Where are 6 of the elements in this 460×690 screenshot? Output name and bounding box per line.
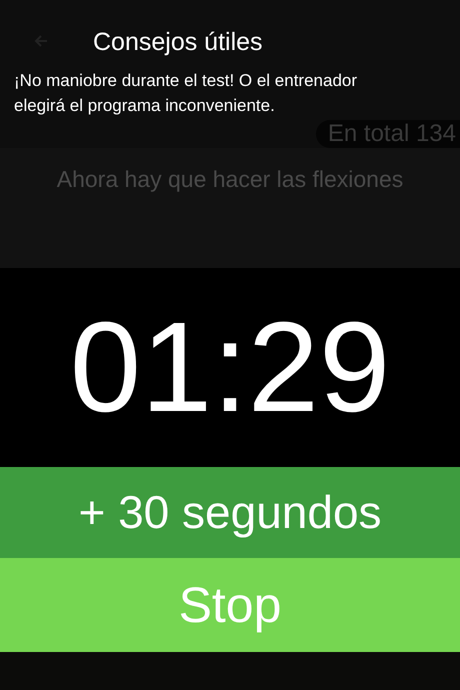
stop-button[interactable]: Stop xyxy=(0,558,460,652)
tip-message: ¡No maniobre durante el test! O el entrenador elegirá el programa inconveniente. xyxy=(14,70,358,117)
timer-display: 01:29 xyxy=(70,304,390,432)
add-time-button[interactable]: + 30 segundos xyxy=(0,467,460,558)
instruction-text: Ahora hay que hacer las flexiones xyxy=(56,165,404,194)
tip-title: Consejos útiles xyxy=(93,27,263,58)
